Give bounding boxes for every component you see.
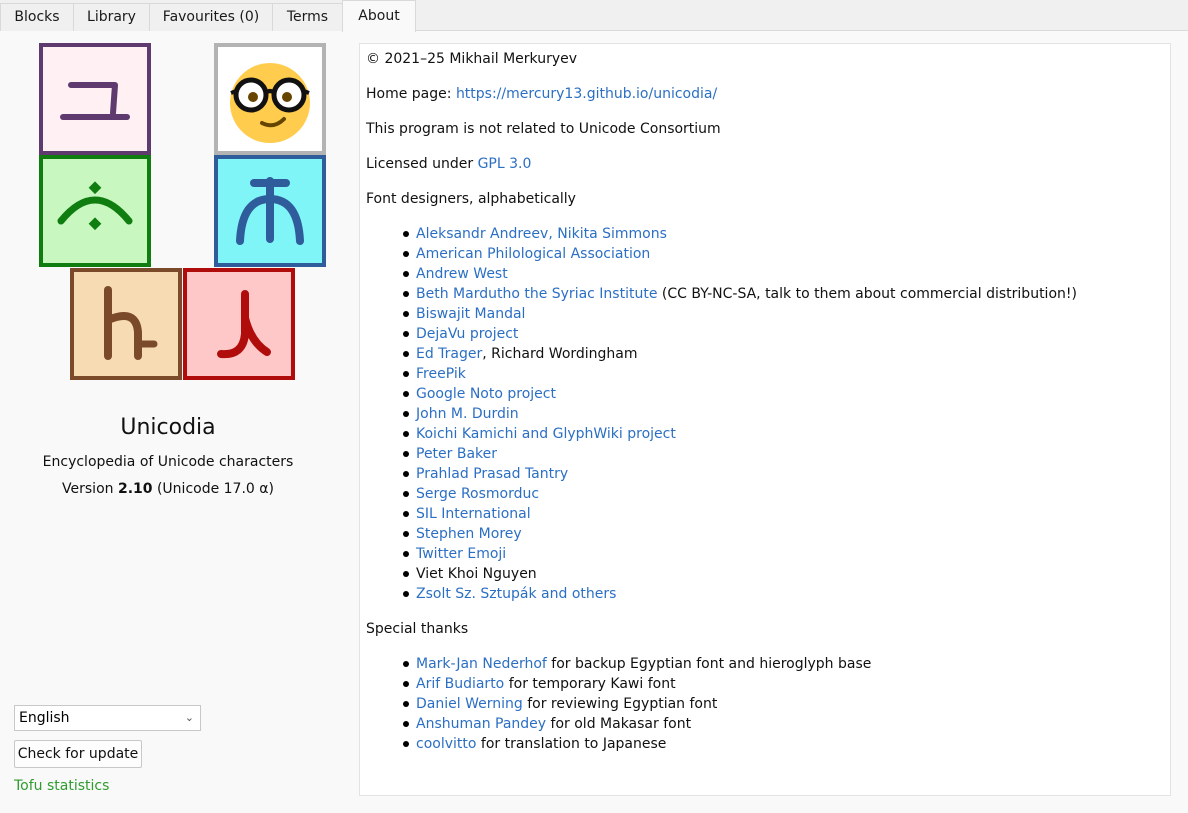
list-item: Serge Rosmorduc [403, 484, 1077, 504]
designers-text: Viet Khoi Nguyen [416, 566, 537, 582]
lisu-letter-icon [217, 290, 271, 359]
logo-tile-arabic [39, 155, 151, 267]
designers-link[interactable]: Serge Rosmorduc [416, 486, 539, 502]
thanks-text: for temporary Kawi font [504, 676, 676, 692]
designers-link[interactable]: Biswajit Mandal [416, 306, 525, 322]
list-item: coolvitto for translation to Japanese [402, 734, 871, 754]
designers-link[interactable]: DejaVu project [416, 326, 518, 342]
designers-text: (CC BY-NC-SA, talk to them about commerc… [657, 286, 1077, 302]
nerd-face-emoji-icon [230, 63, 310, 143]
list-item: Prahlad Prasad Tantry [403, 464, 1077, 484]
thanks-link[interactable]: Arif Budiarto [416, 676, 504, 692]
tab-favourites[interactable]: Favourites (0) [149, 3, 273, 31]
app-name: Unicodia [120, 415, 216, 440]
home-page-label: Home page: [366, 86, 456, 102]
list-item: DejaVu project [403, 324, 1077, 344]
thanks-link[interactable]: Daniel Werning [416, 696, 523, 712]
logo-tile-ethiopic [70, 268, 182, 380]
designers-link[interactable]: Google Noto project [416, 386, 556, 402]
about-content: © 2021–25 Mikhail Merkuryev Home page: h… [359, 43, 1171, 796]
logo-tile-syllabics [214, 155, 326, 267]
thanks-link[interactable]: coolvitto [416, 736, 476, 752]
list-item: Andrew West [403, 264, 1077, 284]
designers-link[interactable]: Aleksandr Andreev, Nikita Simmons [416, 226, 667, 242]
tab-terms[interactable]: Terms [272, 3, 343, 31]
designers-link[interactable]: Beth Mardutho the Syriac Institute [416, 286, 657, 302]
thanks-text: for reviewing Egyptian font [522, 696, 718, 712]
thanks-text: for old Makasar font [546, 716, 692, 732]
copyright: © 2021–25 Mikhail Merkuryev [366, 51, 578, 67]
list-item: Anshuman Pandey for old Makasar font [402, 714, 871, 734]
home-page-link[interactable]: https://mercury13.github.io/unicodia/ [456, 86, 717, 102]
tab-library[interactable]: Library [73, 3, 150, 31]
designers-list: Aleksandr Andreev, Nikita Simmons America… [403, 224, 1077, 604]
designers-link[interactable]: Prahlad Prasad Tantry [416, 466, 568, 482]
list-item: Twitter Emoji [403, 544, 1077, 564]
list-item: Koichi Kamichi and GlyphWiki project [403, 424, 1077, 444]
not-related-note: This program is not related to Unicode C… [366, 121, 721, 137]
chevron-down-icon: ⌄ [184, 711, 194, 724]
designers-link[interactable]: FreePik [416, 366, 466, 382]
thanks-heading: Special thanks [366, 621, 469, 637]
designers-text: , Richard Wordingham [482, 346, 638, 362]
list-item: Arif Budiarto for temporary Kawi font [402, 674, 871, 694]
thanks-link[interactable]: Anshuman Pandey [416, 716, 546, 732]
list-item: Biswajit Mandal [403, 304, 1077, 324]
thanks-text: for backup Egyptian font and hieroglyph … [546, 656, 872, 672]
arabic-letter-icon [57, 181, 133, 231]
license-link[interactable]: GPL 3.0 [478, 156, 532, 172]
list-item: Peter Baker [403, 444, 1077, 464]
list-item: Beth Mardutho the Syriac Institute (CC B… [403, 284, 1077, 304]
designers-link[interactable]: Peter Baker [416, 446, 497, 462]
logo-tile-katakana [39, 43, 151, 155]
syllabics-letter-icon [236, 177, 304, 245]
designers-link[interactable]: Stephen Morey [416, 526, 522, 542]
designers-link[interactable]: Twitter Emoji [416, 546, 506, 562]
list-item: Viet Khoi Nguyen [403, 564, 1077, 584]
list-item: Aleksandr Andreev, Nikita Simmons [403, 224, 1077, 244]
list-item: Daniel Werning for reviewing Egyptian fo… [402, 694, 871, 714]
app-subtitle: Encyclopedia of Unicode characters [42, 454, 294, 470]
designers-link[interactable]: Zsolt Sz. Sztupák and others [416, 586, 616, 602]
designers-link[interactable]: American Philological Association [416, 246, 650, 262]
logo-tile-emoji [214, 43, 326, 155]
check-update-button[interactable]: Check for update [14, 740, 142, 768]
language-select[interactable]: English ⌄ [14, 705, 201, 731]
thanks-list: Mark-Jan Nederhof for backup Egyptian fo… [402, 654, 872, 754]
version-suffix: (Unicode 17.0 α) [152, 481, 274, 497]
ethiopic-letter-icon [104, 286, 158, 360]
version-prefix: Version [62, 481, 118, 497]
designers-link[interactable]: Andrew West [416, 266, 508, 282]
designers-link[interactable]: SIL International [416, 506, 531, 522]
logo-tile-lisu [183, 268, 295, 380]
list-item: FreePik [403, 364, 1077, 384]
thanks-link[interactable]: Mark-Jan Nederhof [416, 656, 547, 672]
list-item: Zsolt Sz. Sztupák and others [403, 584, 1077, 604]
list-item: John M. Durdin [403, 404, 1077, 424]
license-label: Licensed under [366, 156, 478, 172]
list-item: Mark-Jan Nederhof for backup Egyptian fo… [402, 654, 872, 674]
list-item: SIL International [403, 504, 1077, 524]
tab-bar: Blocks Library Favourites (0) Terms Abou… [0, 0, 1188, 32]
list-item: Stephen Morey [403, 524, 1077, 544]
language-value: English [19, 710, 70, 726]
home-page-line: Home page: https://mercury13.github.io/u… [366, 86, 717, 102]
list-item: Ed Trager, Richard Wordingham [403, 344, 1077, 364]
designers-link[interactable]: John M. Durdin [416, 406, 519, 422]
tofu-statistics-link[interactable]: Tofu statistics [14, 778, 109, 794]
designers-heading: Font designers, alphabetically [366, 191, 576, 207]
thanks-text: for translation to Japanese [476, 736, 667, 752]
version-number: 2.10 [117, 481, 153, 497]
tab-about[interactable]: About [342, 0, 416, 32]
katakana-yu-icon [60, 82, 130, 120]
about-panel: Unicodia Encyclopedia of Unicode charact… [0, 31, 1188, 813]
designers-link[interactable]: Koichi Kamichi and GlyphWiki project [416, 426, 676, 442]
license-line: Licensed under GPL 3.0 [366, 156, 531, 172]
about-sidebar: Unicodia Encyclopedia of Unicode charact… [0, 31, 358, 796]
tab-blocks[interactable]: Blocks [0, 3, 74, 31]
app-version: Version 2.10 (Unicode 17.0 α) [0, 481, 336, 497]
list-item: American Philological Association [403, 244, 1077, 264]
list-item: Google Noto project [403, 384, 1077, 404]
designers-link[interactable]: Ed Trager [416, 346, 482, 362]
